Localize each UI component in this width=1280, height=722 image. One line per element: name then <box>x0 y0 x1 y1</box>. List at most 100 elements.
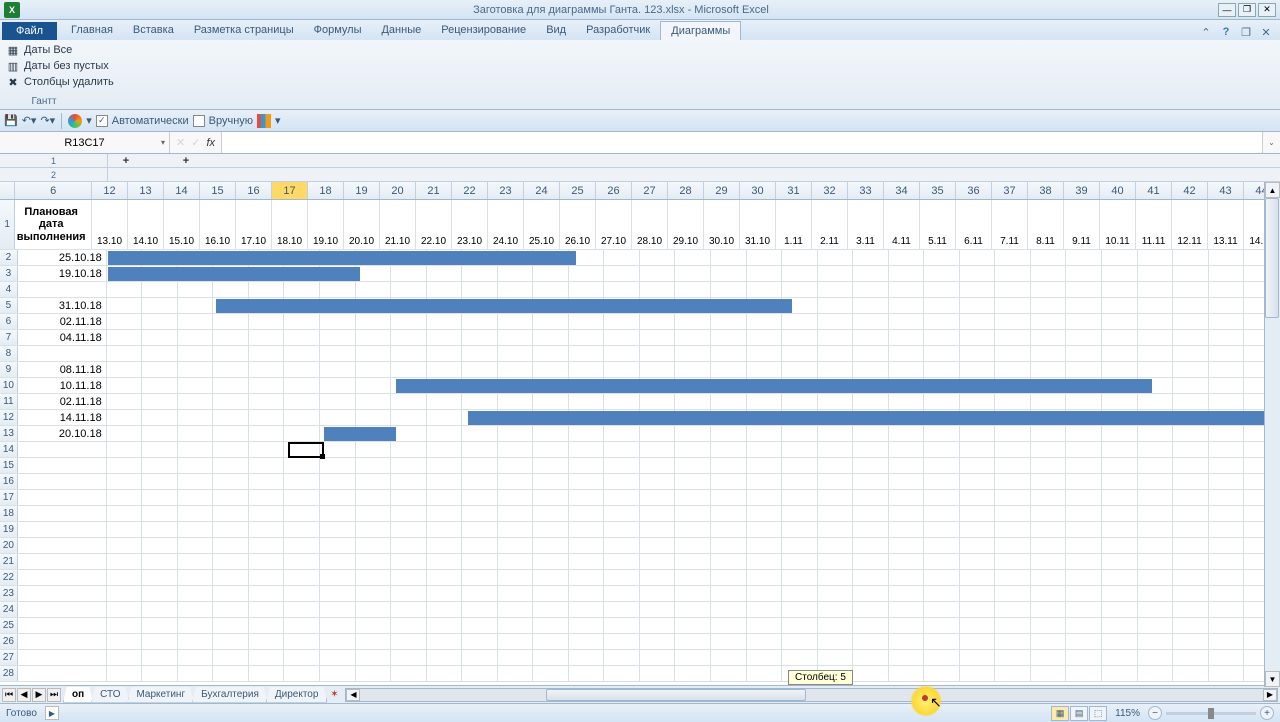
cell[interactable] <box>1209 362 1245 377</box>
cell[interactable] <box>569 618 605 633</box>
cell[interactable] <box>107 522 143 537</box>
cell[interactable] <box>320 410 356 425</box>
cell[interactable] <box>213 554 249 569</box>
insert-sheet-icon[interactable]: ✶ <box>325 688 343 702</box>
cell[interactable] <box>213 650 249 665</box>
cell[interactable] <box>356 506 392 521</box>
cell[interactable] <box>782 490 818 505</box>
cell[interactable] <box>675 282 711 297</box>
cell[interactable] <box>711 458 747 473</box>
cell[interactable] <box>640 394 676 409</box>
cell[interactable] <box>569 458 605 473</box>
cell[interactable] <box>782 522 818 537</box>
help-icon[interactable]: ? <box>1218 24 1234 40</box>
cell[interactable] <box>711 666 747 681</box>
cell[interactable] <box>782 586 818 601</box>
cell[interactable] <box>924 650 960 665</box>
cell[interactable] <box>604 538 640 553</box>
cell[interactable] <box>356 362 392 377</box>
cell[interactable] <box>213 522 249 537</box>
cell[interactable] <box>107 378 143 393</box>
cell[interactable] <box>427 538 463 553</box>
cell[interactable] <box>462 666 498 681</box>
scroll-down-button[interactable]: ▼ <box>1265 671 1280 687</box>
cell[interactable] <box>747 522 783 537</box>
cell[interactable] <box>1209 538 1245 553</box>
vscroll-thumb[interactable] <box>1265 198 1279 318</box>
col-header[interactable]: 17 <box>272 182 308 199</box>
cell[interactable] <box>213 442 249 457</box>
cell[interactable] <box>213 394 249 409</box>
cell[interactable] <box>249 426 285 441</box>
cell[interactable] <box>533 522 569 537</box>
cell[interactable] <box>782 506 818 521</box>
cell[interactable] <box>498 554 534 569</box>
cell[interactable] <box>1102 346 1138 361</box>
cell[interactable] <box>853 586 889 601</box>
cell[interactable] <box>1209 250 1245 265</box>
cell[interactable] <box>107 410 143 425</box>
cell[interactable] <box>604 442 640 457</box>
cell[interactable] <box>569 330 605 345</box>
cell[interactable] <box>213 586 249 601</box>
cell[interactable] <box>1066 570 1102 585</box>
cell[interactable] <box>1138 650 1174 665</box>
cell[interactable] <box>924 618 960 633</box>
row-header[interactable]: 26 <box>0 634 18 649</box>
date-cell[interactable] <box>18 634 107 649</box>
cell[interactable] <box>1102 330 1138 345</box>
cell[interactable] <box>1173 666 1209 681</box>
file-tab[interactable]: Файл <box>2 22 57 40</box>
cell[interactable] <box>640 442 676 457</box>
cell[interactable] <box>142 458 178 473</box>
cell[interactable] <box>533 458 569 473</box>
cell[interactable] <box>1209 554 1245 569</box>
date-cell[interactable]: 10.11.18 <box>18 378 107 393</box>
cell[interactable] <box>924 554 960 569</box>
cell[interactable] <box>178 394 214 409</box>
cell[interactable] <box>107 554 143 569</box>
cell[interactable] <box>1066 250 1102 265</box>
cell[interactable] <box>533 602 569 617</box>
cell[interactable] <box>213 490 249 505</box>
cell[interactable] <box>711 490 747 505</box>
cell[interactable] <box>1173 586 1209 601</box>
cell[interactable] <box>960 298 996 313</box>
qat-more-icon[interactable]: ▾ <box>275 114 281 127</box>
cell[interactable] <box>924 394 960 409</box>
cell[interactable] <box>711 330 747 345</box>
cell[interactable] <box>533 554 569 569</box>
cell[interactable] <box>1209 282 1245 297</box>
cell[interactable] <box>1209 426 1245 441</box>
cell[interactable] <box>1173 474 1209 489</box>
col-header[interactable]: 34 <box>884 182 920 199</box>
cell[interactable] <box>818 282 854 297</box>
date-cell[interactable] <box>18 346 107 361</box>
cell[interactable] <box>1066 586 1102 601</box>
cell[interactable] <box>498 394 534 409</box>
col-header[interactable]: 35 <box>920 182 956 199</box>
cell[interactable] <box>604 618 640 633</box>
col-header[interactable]: 25 <box>560 182 596 199</box>
date-cell[interactable] <box>18 506 107 521</box>
cell[interactable] <box>320 362 356 377</box>
cell[interactable] <box>853 298 889 313</box>
cell[interactable] <box>675 426 711 441</box>
cell[interactable] <box>1209 522 1245 537</box>
hscroll-thumb[interactable] <box>546 689 806 701</box>
col-header[interactable]: 23 <box>488 182 524 199</box>
cell[interactable] <box>1031 554 1067 569</box>
cell[interactable] <box>249 282 285 297</box>
cell[interactable] <box>924 458 960 473</box>
cell[interactable] <box>889 426 925 441</box>
cell[interactable] <box>498 538 534 553</box>
cell[interactable] <box>924 666 960 681</box>
cell[interactable] <box>1031 250 1067 265</box>
cell[interactable] <box>107 426 143 441</box>
cell[interactable] <box>249 650 285 665</box>
cell[interactable] <box>1102 426 1138 441</box>
cell[interactable] <box>995 266 1031 281</box>
cell[interactable] <box>675 362 711 377</box>
col-header[interactable]: 18 <box>308 182 344 199</box>
cell[interactable] <box>1031 666 1067 681</box>
